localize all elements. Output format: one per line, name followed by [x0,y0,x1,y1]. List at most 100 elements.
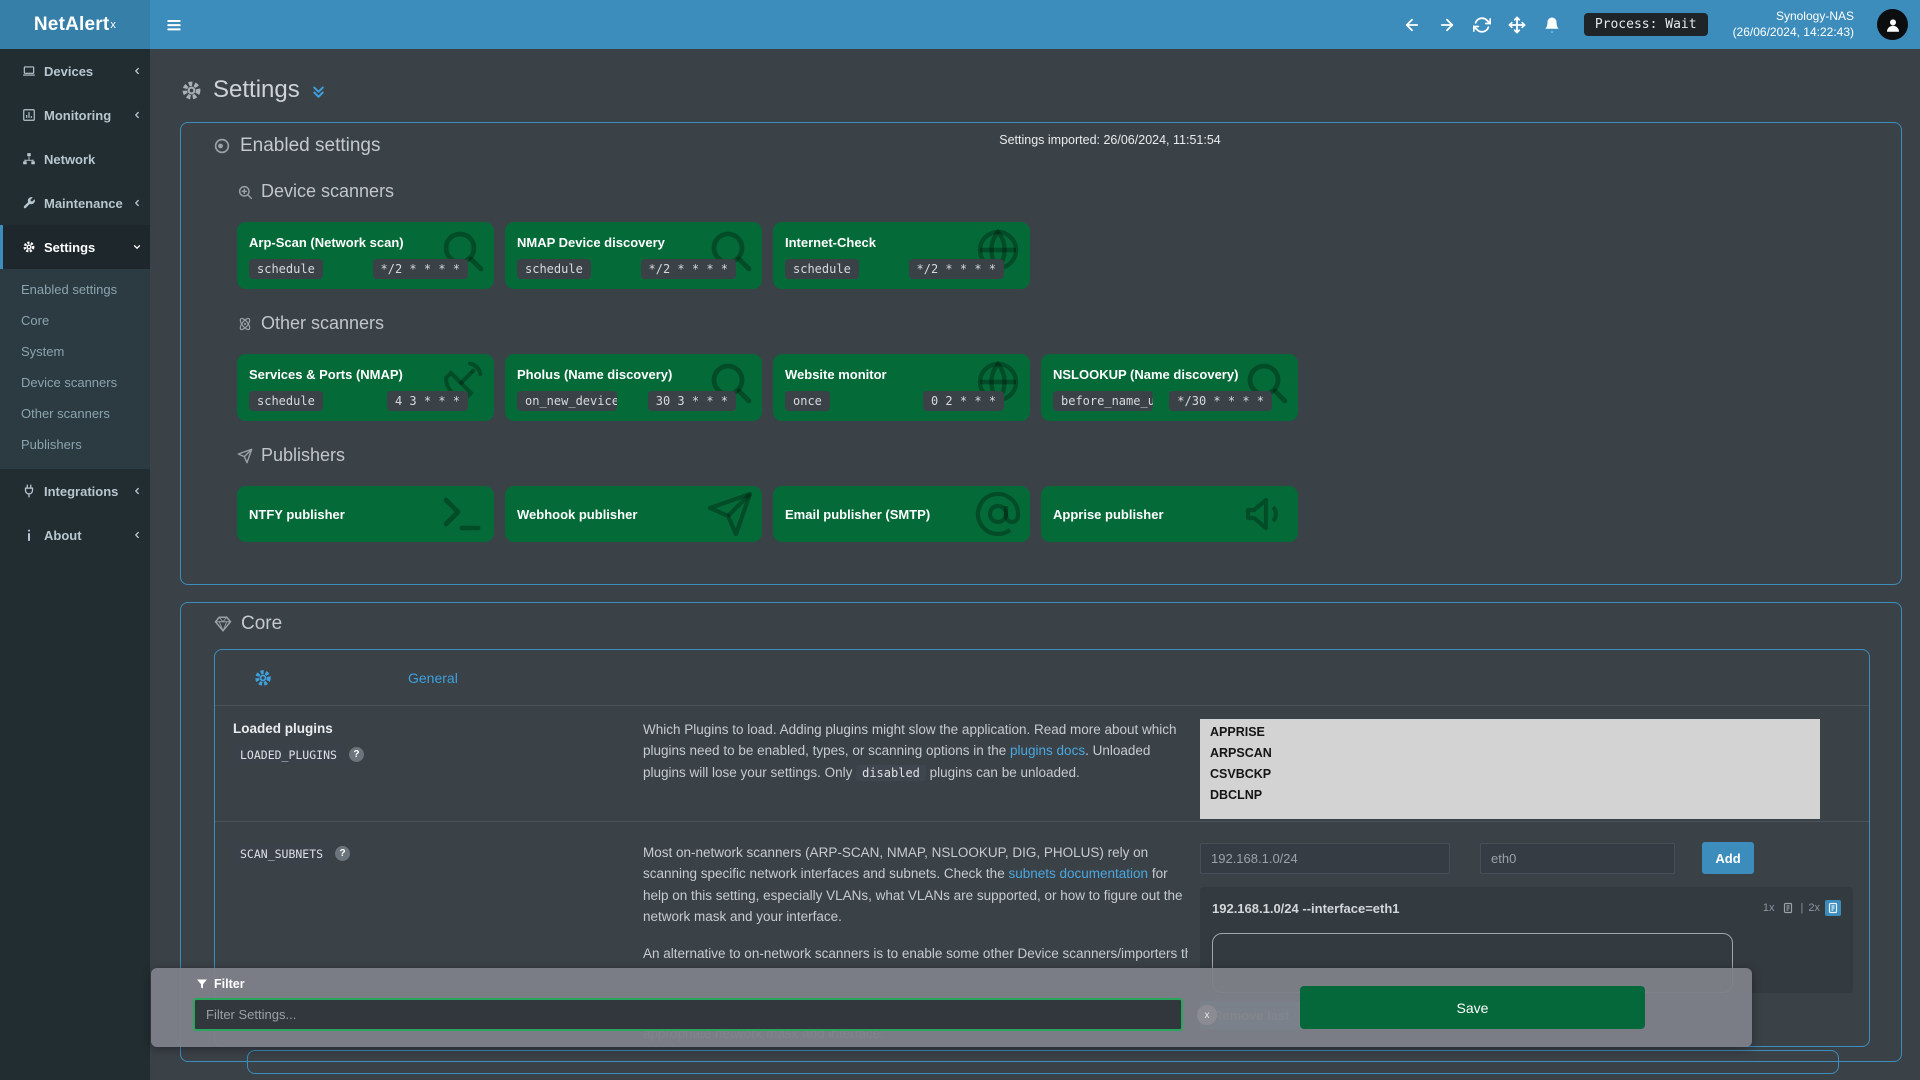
tile-apprise-publisher[interactable]: Apprise publisher [1041,486,1298,542]
enabled-settings-panel: Enabled settings Device scanners Arp-Sca… [180,122,1902,585]
tile-nmap-discovery[interactable]: NMAP Device discovery schedule */2 * * *… [505,222,762,289]
filter-settings-input[interactable] [193,998,1183,1031]
cron-chip: 30 3 * * * [648,391,736,411]
tile-webhook-publisher[interactable]: Webhook publisher [505,486,762,542]
tile-email-publisher[interactable]: Email publisher (SMTP) [773,486,1030,542]
refresh-icon[interactable] [1473,16,1491,34]
submenu-item-core[interactable]: Core [0,305,150,336]
submenu-item-enabled-settings[interactable]: Enabled settings [0,274,150,305]
tile-ntfy-publisher[interactable]: NTFY publisher [237,486,494,542]
chevron-left-icon [132,530,142,540]
setting-description: Which Plugins to load. Adding plugins mi… [643,719,1188,819]
host-name: Synology-NAS [1733,9,1854,25]
trigger-chip: schedule [517,259,591,279]
add-button[interactable]: Add [1702,842,1754,874]
submenu-item-other-scanners[interactable]: Other scanners [0,398,150,429]
loaded-plugins-listbox[interactable]: APPRISE ARPSCAN CSVBCKP DBCLNP [1200,719,1820,819]
submenu-item-system[interactable]: System [0,336,150,367]
toggle-icon [213,137,231,155]
filter-heading: Filter [196,977,245,991]
paper-plane-icon [706,490,754,538]
nav-back-icon[interactable] [1403,16,1421,34]
app-logo[interactable]: NetAlertx [0,0,150,49]
tile-website-monitor[interactable]: Website monitor once 0 2 * * * [773,354,1030,421]
chevron-left-icon [132,110,142,120]
laptop-icon [22,64,36,78]
funnel-icon [196,978,208,990]
chevron-left-icon [132,66,142,76]
sidebar-item-settings[interactable]: Settings [0,225,150,269]
listbox-option[interactable]: DBCLNP [1200,785,1820,806]
collapse-all-icon[interactable] [310,84,327,101]
setting-code-chip: LOADED_PLUGINS [233,745,344,765]
terminal-icon [438,490,486,538]
user-icon [1884,16,1902,34]
group-other-scanners: Other scanners Services & Ports (NMAP) s… [237,313,1881,421]
clear-filter-button[interactable]: x [1197,1005,1217,1025]
submenu-item-device-scanners[interactable]: Device scanners [0,367,150,398]
subnets-docs-link[interactable]: subnets documentation [1008,866,1148,881]
save-button[interactable]: Save [1300,986,1645,1029]
nav-forward-icon[interactable] [1438,16,1456,34]
cron-chip: */2 * * * * [909,259,1004,279]
brand-sup: x [110,19,116,31]
disabled-chip: disabled [856,765,926,781]
tile-nslookup[interactable]: NSLOOKUP (Name discovery) before_name_up… [1041,354,1298,421]
tile-services-ports[interactable]: Services & Ports (NMAP) schedule 4 3 * *… [237,354,494,421]
tile-pholus[interactable]: Pholus (Name discovery) on_new_device 30… [505,354,762,421]
bullhorn-icon [1242,490,1290,538]
tile-arp-scan[interactable]: Arp-Scan (Network scan) schedule */2 * *… [237,222,494,289]
subnet-input[interactable] [1200,843,1450,874]
page-title: Settings [213,76,300,104]
edit-all-icon[interactable] [1825,900,1841,916]
listbox-option[interactable]: APPRISE [1200,722,1820,743]
sidebar-toggle-button[interactable] [150,0,198,49]
cron-chip: */30 * * * * [1169,391,1272,411]
settings-imported-status: Settings imported: 26/06/2024, 11:51:54 [300,133,1920,147]
cron-chip: 0 2 * * * [923,391,1004,411]
plugins-docs-link[interactable]: plugins docs [1010,743,1085,758]
list-item-actions: 1x | 2x [1763,900,1841,916]
listbox-option[interactable]: CSVBCKP [1200,764,1820,785]
chart-icon [22,108,36,122]
sidebar-item-about[interactable]: About [0,513,150,557]
submenu-item-publishers[interactable]: Publishers [0,429,150,460]
sidebar-item-devices[interactable]: Devices [0,49,150,93]
description-paragraph: An alternative to on-network scanners is… [643,943,1188,964]
listbox-option[interactable]: ARPSCAN [1200,743,1820,764]
brand-name: NetAlert [34,14,110,36]
gem-icon [214,615,232,633]
main-content: Settings Enabled settings Device scanner… [150,49,1920,1080]
trigger-chip: schedule [249,259,323,279]
group-publishers: Publishers NTFY publisher Webhook publis… [237,445,1881,542]
edit-icon[interactable] [1780,900,1796,916]
filter-overlay: Filter x Save [151,968,1752,1047]
sidebar: Devices Monitoring Network Maintenance S… [0,49,150,1080]
chevron-left-icon [132,198,142,208]
tab-bar: General [215,650,1869,706]
tab-general[interactable]: General [408,670,458,686]
sidebar-item-integrations[interactable]: Integrations [0,469,150,513]
interface-input[interactable] [1480,843,1675,874]
subnet-list-item[interactable]: 192.168.1.0/24 --interface=eth1 1x | 2x [1212,891,1841,925]
gears-icon [253,668,273,688]
tile-internet-check[interactable]: Internet-Check schedule */2 * * * * [773,222,1030,289]
help-icon[interactable]: ? [335,846,350,861]
chevron-down-icon [132,242,142,252]
trigger-chip: on_new_device [517,391,617,411]
notifications-bell-icon[interactable] [1543,16,1561,34]
at-sign-icon [974,490,1022,538]
cron-chip: 4 3 * * * [387,391,468,411]
sidebar-item-maintenance[interactable]: Maintenance [0,181,150,225]
fullscreen-move-icon[interactable] [1508,16,1526,34]
avatar[interactable] [1877,9,1908,40]
help-icon[interactable]: ? [349,747,364,762]
cron-chip: */2 * * * * [373,259,468,279]
trigger-chip: schedule [249,391,323,411]
sitemap-icon [22,152,36,166]
next-settings-panel [247,1050,1839,1074]
trigger-chip: schedule [785,259,859,279]
sidebar-item-network[interactable]: Network [0,137,150,181]
sidebar-item-monitoring[interactable]: Monitoring [0,93,150,137]
atom-icon [237,316,253,332]
